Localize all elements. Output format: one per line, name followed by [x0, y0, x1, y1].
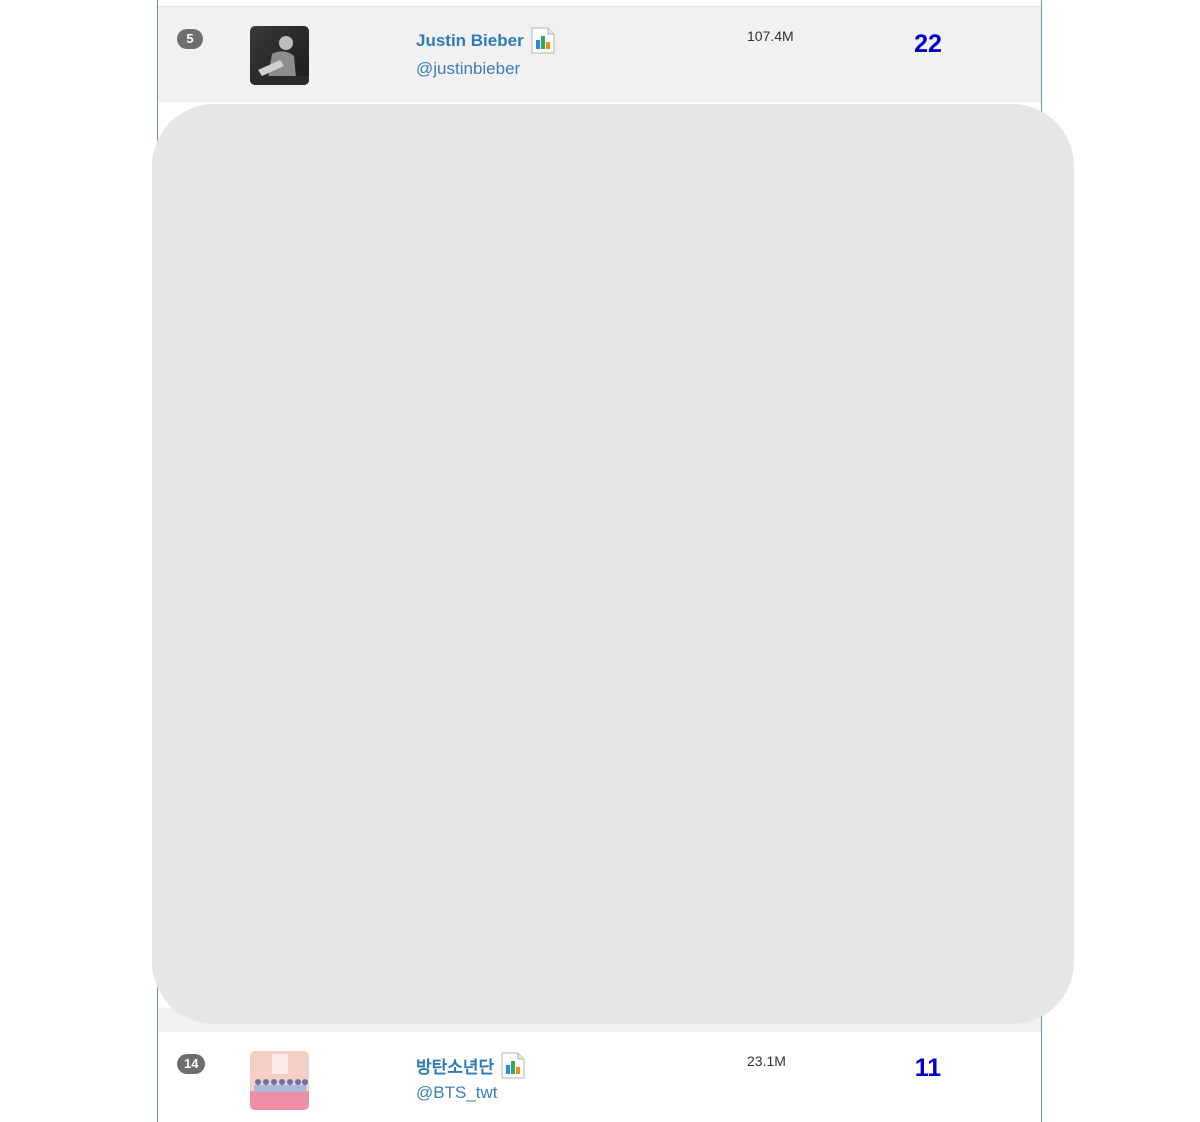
account-name-link[interactable]: Justin Bieber [416, 31, 524, 51]
rank-badge: 5 [177, 29, 203, 49]
account-handle-link[interactable]: @BTS_twt [416, 1083, 498, 1103]
score-value: 22 [914, 30, 942, 58]
bar-chart-icon[interactable] [531, 27, 555, 54]
content-placeholder [152, 104, 1074, 1024]
account-handle-link[interactable]: @justinbieber [416, 59, 520, 79]
follower-count: 107.4M [747, 28, 794, 44]
rank-badge: 14 [177, 1054, 206, 1074]
score-value: 11 [914, 1054, 942, 1082]
avatar[interactable] [250, 1051, 309, 1110]
follower-count: 23.1M [747, 1053, 786, 1069]
avatar[interactable] [250, 26, 309, 85]
table-row: 14 방탄소년단 @BTS_twt 23.1M 11 [158, 1032, 1041, 1122]
account-name-link[interactable]: 방탄소년단 [416, 1053, 494, 1078]
table-row: 5 Justin Bieber @justinbieber 107.4M 22 [158, 6, 1041, 102]
bar-chart-icon[interactable] [501, 1052, 525, 1079]
